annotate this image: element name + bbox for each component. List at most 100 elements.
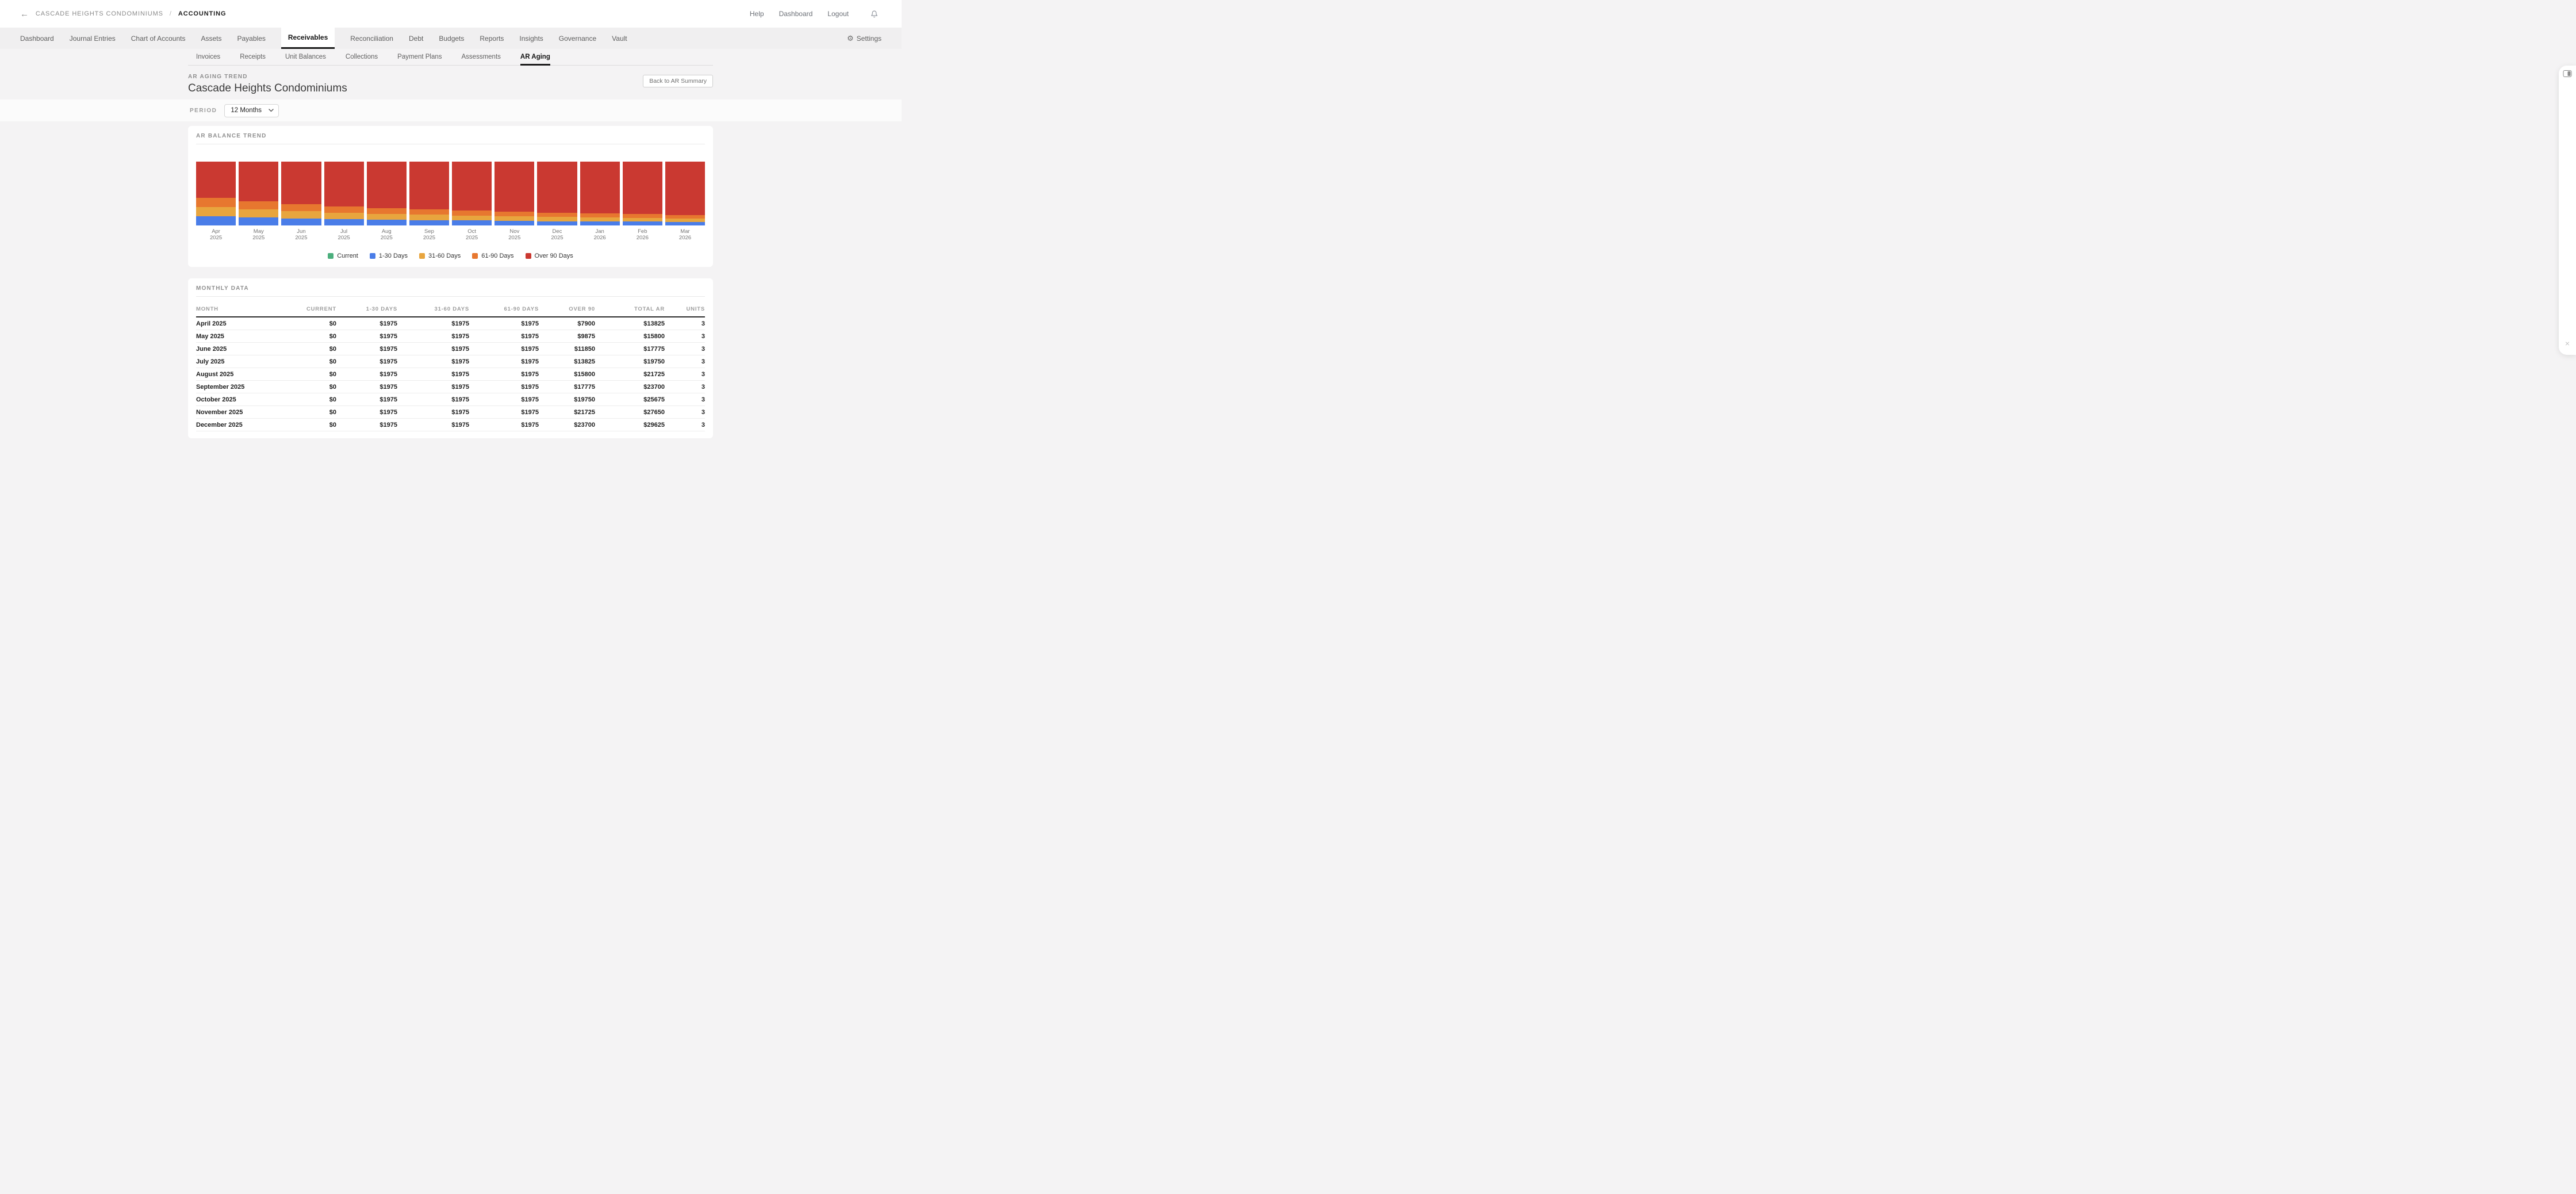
cell-value: $15800 [595, 330, 665, 343]
bar-segment-31-60-days [366, 213, 407, 220]
tab-reports[interactable]: Reports [480, 28, 504, 49]
cell-value: $1975 [469, 380, 539, 394]
cell-value: $0 [288, 418, 336, 432]
col-header-current: CURRENT [288, 301, 336, 318]
tab-chart-of-accounts[interactable]: Chart of Accounts [131, 28, 186, 49]
settings-button[interactable]: ⚙ Settings [847, 28, 881, 49]
topbar-link-logout[interactable]: Logout [827, 10, 849, 18]
legend-label: Current [337, 252, 358, 260]
bar-segment-1-30-days [537, 221, 577, 225]
legend-item-31-60-days: 31-60 Days [419, 252, 461, 259]
subtab-unit-balances[interactable]: Unit Balances [285, 49, 326, 66]
cell-value: 3 [665, 368, 705, 381]
subtab-assessments[interactable]: Assessments [462, 49, 501, 66]
tab-payables[interactable]: Payables [237, 28, 266, 49]
stacked-bar [196, 162, 236, 225]
bar-column-feb-2026: Feb 2026 [622, 162, 662, 241]
table-row: April 2025 $0 $1975 $1975 $1975 $7900 $13825 3 [196, 317, 705, 331]
monthly-data-card: MONTHLY DATA MONTH CURRENT 1-30 DAYS 31-60 … [188, 278, 713, 439]
col-header-month: MONTH [196, 301, 288, 318]
cell-value: $1975 [469, 330, 539, 343]
bar-label-year: 2026 [678, 235, 692, 242]
period-select[interactable]: 12 Months [224, 104, 279, 117]
receivables-subnav: Invoices Receipts Unit Balances Collections… [188, 49, 713, 66]
cell-value: $0 [288, 393, 336, 407]
bar-category-label: Jun 2025 [281, 228, 321, 241]
bar-segment-over-90-days [665, 162, 706, 215]
cell-value: $19750 [539, 393, 595, 407]
tab-insights[interactable]: Insights [519, 28, 543, 49]
legend-label: 31-60 Days [428, 252, 461, 260]
subtab-invoices[interactable]: Invoices [196, 49, 220, 66]
stacked-bar [366, 162, 407, 225]
bar-label-year: 2025 [466, 235, 478, 242]
breadcrumb-parent[interactable]: CASCADE HEIGHTS CONDOMINIUMS [36, 10, 163, 17]
tab-governance[interactable]: Governance [559, 28, 596, 49]
cell-value: $1975 [469, 355, 539, 369]
bar-label-month: Jul [340, 228, 348, 235]
subtab-payment-plans[interactable]: Payment Plans [397, 49, 442, 66]
stacked-bar [452, 162, 492, 225]
bar-segment-1-30-days [494, 221, 535, 225]
bar-label-year: 2025 [508, 235, 521, 242]
stacked-bar [494, 162, 535, 225]
tab-reconciliation[interactable]: Reconciliation [350, 28, 393, 49]
cell-value: $9875 [539, 330, 595, 343]
topbar-links: Help Dashboard Logout [750, 10, 878, 18]
legend-swatch [328, 253, 334, 259]
tab-vault[interactable]: Vault [612, 28, 627, 49]
back-arrow-icon[interactable]: ← [20, 10, 29, 18]
bar-segment-31-60-days [324, 212, 364, 219]
bar-segment-over-90-days [281, 162, 321, 204]
tab-dashboard[interactable]: Dashboard [20, 28, 54, 49]
tab-journal-entries[interactable]: Journal Entries [70, 28, 116, 49]
cell-value: $0 [288, 405, 336, 419]
topbar-link-help[interactable]: Help [750, 10, 764, 18]
bar-category-label: Dec 2025 [537, 228, 577, 241]
col-header-units: UNITS [665, 301, 705, 318]
bar-segment-over-90-days [239, 162, 279, 202]
bar-column-oct-2025: Oct 2025 [452, 162, 492, 241]
subtab-receipts[interactable]: Receipts [240, 49, 266, 66]
bar-segment-over-90-days [324, 162, 364, 206]
topbar-link-dashboard[interactable]: Dashboard [779, 10, 813, 18]
tab-debt[interactable]: Debt [409, 28, 423, 49]
back-to-ar-summary-button[interactable]: Back to AR Summary [643, 75, 713, 87]
cell-month: July 2025 [196, 355, 288, 369]
drawer-close-icon[interactable]: × [2559, 339, 2576, 347]
cell-value: 3 [665, 405, 705, 419]
tab-assets[interactable]: Assets [201, 28, 221, 49]
tab-receivables[interactable]: Receivables [281, 28, 335, 49]
cell-value: $11850 [539, 342, 595, 356]
cell-value: $1975 [397, 368, 469, 381]
tab-budgets[interactable]: Budgets [439, 28, 464, 49]
panel-toggle-icon[interactable] [2563, 70, 2572, 77]
bar-segment-61-90-days [580, 213, 620, 218]
bar-segment-1-30-days [665, 221, 706, 225]
cell-value: $1975 [336, 342, 397, 356]
cell-value: $23700 [539, 418, 595, 432]
bar-segment-over-90-days [366, 162, 407, 208]
cell-month: October 2025 [196, 393, 288, 407]
gear-icon: ⚙ [846, 34, 854, 43]
bar-segment-1-30-days [580, 221, 620, 225]
bar-segment-1-30-days [452, 220, 492, 225]
chart-legend: Current 1-30 Days 31-60 Days 61-90 Days Over… [196, 252, 705, 259]
bar-segment-61-90-days [494, 212, 535, 217]
bar-category-label: Sep 2025 [409, 228, 449, 241]
bar-label-month: Aug [381, 228, 392, 235]
bar-segment-over-90-days [196, 162, 236, 198]
cell-value: $27650 [595, 405, 665, 419]
chart-card-title: AR BALANCE TREND [196, 133, 705, 144]
bar-segment-1-30-days [409, 220, 450, 225]
cell-value: $0 [288, 368, 336, 381]
bar-category-label: Feb 2026 [623, 228, 662, 241]
bar-label-year: 2025 [423, 235, 436, 242]
subtab-collections[interactable]: Collections [346, 49, 378, 66]
cell-value: $1975 [397, 330, 469, 343]
bar-column-aug-2025: Aug 2025 [366, 162, 407, 241]
notifications-bell-icon[interactable] [871, 10, 878, 18]
subtab-ar-aging[interactable]: AR Aging [520, 49, 550, 66]
cell-value: $1975 [397, 418, 469, 432]
stacked-bar [409, 162, 450, 225]
